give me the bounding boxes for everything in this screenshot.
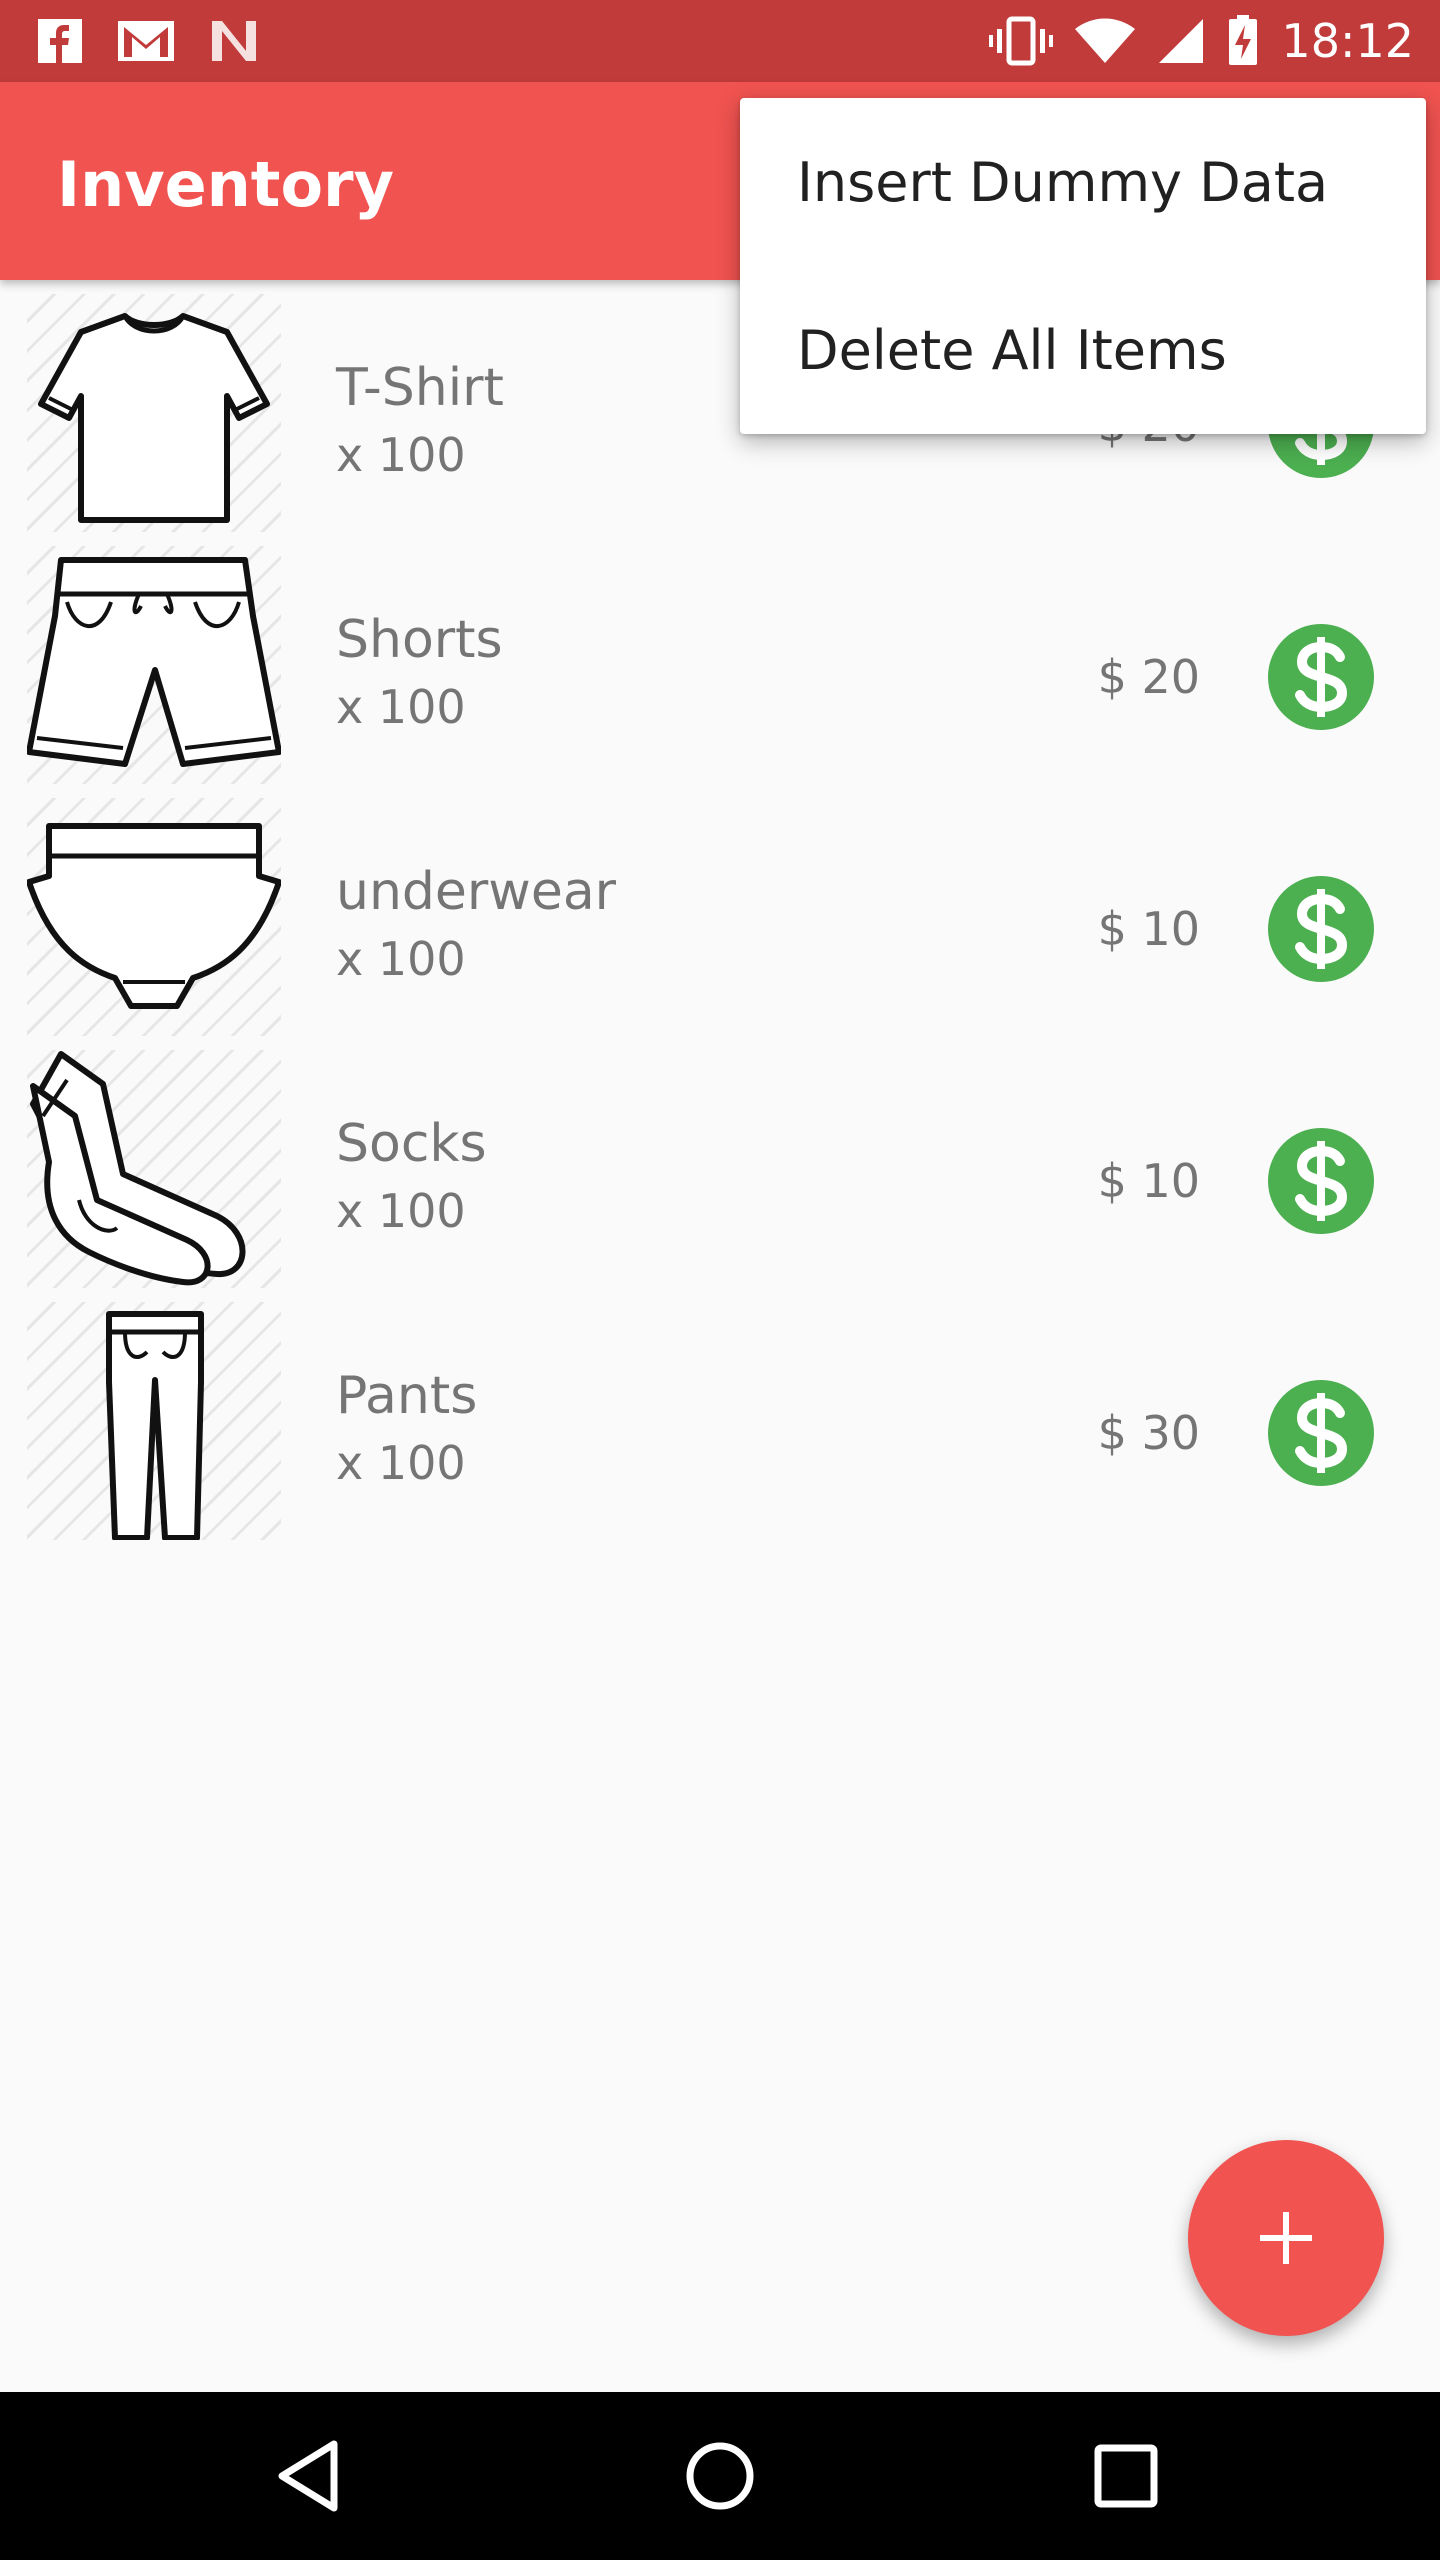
item-image: [27, 294, 281, 532]
sell-button[interactable]: [1268, 876, 1374, 982]
vibrate-icon: [989, 16, 1054, 66]
item-price: $ 10: [1097, 1154, 1200, 1208]
sell-button[interactable]: [1268, 624, 1374, 730]
item-quantity: x 100: [336, 680, 466, 734]
dollar-icon: [1295, 1141, 1348, 1221]
signal-icon: [1159, 19, 1204, 63]
list-item[interactable]: Pants x 100 $ 30: [0, 1288, 1440, 1540]
item-name: Pants: [336, 1366, 478, 1426]
list-item[interactable]: Socks x 100 $ 10: [0, 1036, 1440, 1288]
n-icon: [212, 21, 256, 61]
item-quantity: x 100: [336, 428, 466, 482]
item-price: $ 10: [1097, 902, 1200, 956]
shorts-icon: [27, 557, 281, 767]
item-quantity: x 100: [336, 1436, 466, 1490]
add-item-button[interactable]: [1188, 2140, 1384, 2336]
item-quantity: x 100: [336, 932, 466, 986]
item-price: $ 20: [1097, 650, 1200, 704]
dollar-icon: [1295, 889, 1348, 969]
item-name: underwear: [336, 862, 617, 922]
recents-icon[interactable]: [1086, 2436, 1166, 2516]
battery-charging-icon: [1229, 15, 1258, 65]
item-name: Shorts: [336, 610, 503, 670]
sell-button[interactable]: [1268, 1128, 1374, 1234]
facebook-icon: [38, 19, 82, 63]
wifi-icon: [1075, 18, 1136, 63]
item-name: T-Shirt: [336, 358, 504, 418]
page-title: Inventory: [57, 148, 395, 221]
list-item[interactable]: underwear x 100 $ 10: [0, 784, 1440, 1036]
back-icon[interactable]: [272, 2436, 352, 2516]
clock: 18:12: [1281, 14, 1414, 68]
overflow-menu: Insert Dummy Data Delete All Items: [740, 98, 1426, 434]
sell-button[interactable]: [1268, 1380, 1374, 1486]
pants-icon: [106, 1311, 204, 1540]
underwear-icon: [27, 823, 281, 1009]
dollar-icon: [1295, 637, 1348, 717]
dollar-icon: [1295, 1393, 1348, 1473]
system-icons: 18:12: [989, 0, 1414, 82]
list-item[interactable]: Shorts x 100 $ 20: [0, 532, 1440, 784]
item-price: $ 30: [1097, 1406, 1200, 1460]
menu-item-insert-dummy-data[interactable]: Insert Dummy Data: [740, 98, 1426, 266]
item-image: [27, 1050, 281, 1288]
menu-item-delete-all-items[interactable]: Delete All Items: [740, 266, 1426, 434]
item-quantity: x 100: [336, 1184, 466, 1238]
gmail-icon: [118, 21, 174, 61]
tshirt-icon: [38, 313, 270, 523]
plus-icon: [1260, 2212, 1312, 2264]
item-name: Socks: [336, 1114, 487, 1174]
item-image: [27, 1302, 281, 1540]
home-icon[interactable]: [680, 2436, 760, 2516]
socks-icon: [30, 1051, 246, 1286]
item-image: [27, 546, 281, 784]
status-bar: 18:12: [0, 0, 1440, 82]
navigation-bar: [0, 2392, 1440, 2560]
notification-icons: [36, 16, 260, 66]
item-image: [27, 798, 281, 1036]
